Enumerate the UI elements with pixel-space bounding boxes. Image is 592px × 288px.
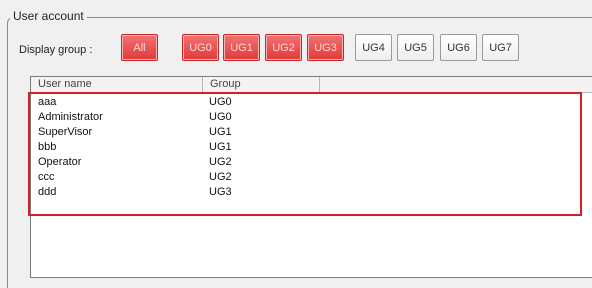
user-table[interactable]: User name Group aaa UG0 Administrator UG0 Su… [30,76,592,278]
table-row[interactable]: bbb UG1 [31,140,592,155]
group-button-ug7[interactable]: UG7 [482,34,519,61]
cell-group: UG1 [209,141,232,153]
table-row[interactable]: Operator UG2 [31,155,592,170]
cell-user-name: aaa [38,96,57,108]
groupbox-title: User account [10,9,87,23]
group-button-ug5[interactable]: UG5 [397,34,434,61]
table-header: User name Group [31,77,592,93]
column-header-group[interactable]: Group [203,77,320,92]
cell-group: UG0 [209,96,232,108]
table-row[interactable]: SuperVisor UG1 [31,125,592,140]
group-button-all[interactable]: All [121,34,158,61]
group-button-ug2[interactable]: UG2 [265,34,302,61]
cell-group: UG1 [209,126,232,138]
cell-user-name: ddd [38,186,57,198]
cell-user-name: ccc [38,171,55,183]
table-row[interactable]: ddd UG3 [31,185,592,200]
cell-group: UG2 [209,171,232,183]
cell-user-name: bbb [38,141,57,153]
column-header-user-name[interactable]: User name [31,77,203,92]
cell-user-name: Operator [38,156,82,168]
group-button-ug0[interactable]: UG0 [182,34,219,61]
group-button-ug6[interactable]: UG6 [440,34,477,61]
cell-group: UG3 [209,186,232,198]
group-button-ug1[interactable]: UG1 [223,34,260,61]
group-button-ug3[interactable]: UG3 [307,34,344,61]
cell-user-name: Administrator [38,111,103,123]
cell-user-name: SuperVisor [38,126,93,138]
cell-group: UG2 [209,156,232,168]
table-row[interactable]: aaa UG0 [31,95,592,110]
cell-group: UG0 [209,111,232,123]
table-row[interactable]: ccc UG2 [31,170,592,185]
group-button-ug4[interactable]: UG4 [355,34,392,61]
table-row[interactable]: Administrator UG0 [31,110,592,125]
display-group-label: Display group : [19,44,93,56]
